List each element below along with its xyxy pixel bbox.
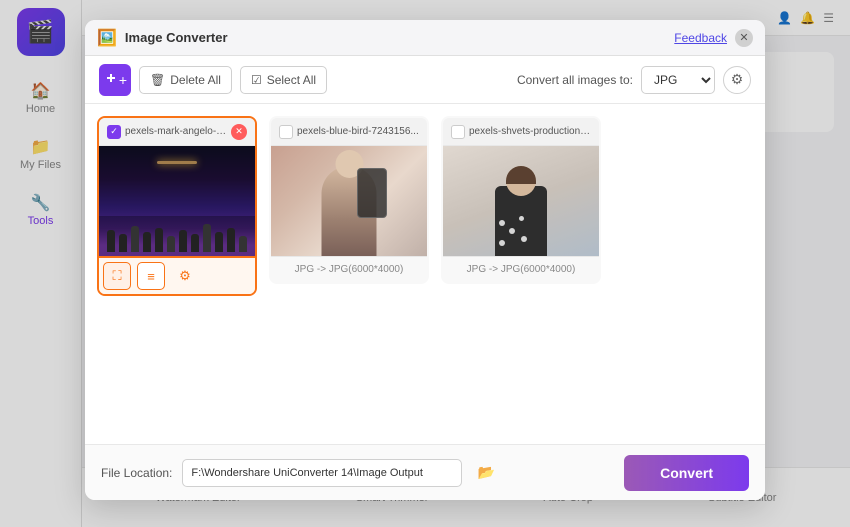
crop-button[interactable]: ⛶ — [103, 262, 131, 290]
delete-all-button[interactable]: 🗑 Delete All — [139, 66, 232, 94]
image-item-0[interactable]: ✓ pexels-mark-angelo-sam... ✕ — [97, 116, 257, 296]
file-location-label: File Location: — [101, 466, 172, 480]
select-icon: ☑ — [251, 73, 262, 87]
image-grid: ✓ pexels-mark-angelo-sam... ✕ — [85, 104, 765, 444]
image-item-1-filename: pexels-blue-bird-7243156... — [297, 126, 419, 137]
image-item-2-thumb — [443, 146, 599, 256]
browse-folder-button[interactable]: 📂 — [472, 459, 500, 487]
image-converter-modal: 🖼️ Image Converter Feedback ✕ + 🗑 Delete… — [85, 20, 765, 500]
concert-thumbnail — [99, 146, 255, 256]
image-item-0-thumb — [99, 146, 255, 256]
select-all-button[interactable]: ☑ Select All — [240, 66, 327, 94]
adjust-button[interactable]: ≡ — [137, 262, 165, 290]
image-item-2-filename: pexels-shvets-production-... — [469, 126, 591, 137]
image-item-1-thumb — [271, 146, 427, 256]
select-all-label: Select All — [267, 73, 316, 87]
file-path-input[interactable] — [182, 459, 462, 487]
format-select[interactable]: JPG PNG BMP GIF WEBP — [641, 66, 715, 94]
modal-close-button[interactable]: ✕ — [735, 29, 753, 47]
add-plus-icon: + — [119, 72, 127, 88]
modal-titlebar: 🖼️ Image Converter Feedback ✕ — [85, 20, 765, 56]
convert-button[interactable]: Convert — [624, 455, 749, 491]
image-item-1-header: pexels-blue-bird-7243156... — [271, 118, 427, 146]
image-item-1[interactable]: pexels-blue-bird-7243156... JPG -> JPG(6… — [269, 116, 429, 284]
settings-icon-button[interactable]: ⚙ — [723, 66, 751, 94]
image-item-2[interactable]: pexels-shvets-production-... — [441, 116, 601, 284]
image-item-1-format: JPG -> JPG(6000*4000) — [275, 261, 423, 278]
image-item-2-format: JPG -> JPG(6000*4000) — [447, 261, 595, 278]
modal-titlebar-actions: Feedback ✕ — [674, 29, 753, 47]
image-item-0-filename: pexels-mark-angelo-sam... — [125, 126, 227, 137]
feedback-link[interactable]: Feedback — [674, 31, 727, 45]
modal-title: Image Converter — [125, 30, 228, 45]
add-image-button[interactable]: + — [99, 64, 131, 96]
converter-icon: 🖼️ — [97, 28, 117, 48]
convert-all-label: Convert all images to: — [517, 73, 633, 87]
image-item-2-footer: JPG -> JPG(6000*4000) — [443, 256, 599, 282]
image-item-2-checkbox[interactable] — [451, 125, 465, 139]
folder-icon: 📂 — [478, 464, 495, 481]
image-item-0-checkbox[interactable]: ✓ — [107, 125, 121, 139]
modal-overlay: 🖼️ Image Converter Feedback ✕ + 🗑 Delete… — [0, 0, 850, 527]
settings-icon: ⚙ — [731, 71, 744, 88]
image-item-0-footer: ⛶ ≡ ⚙ — [99, 256, 255, 294]
modal-footer: File Location: 📂 Convert — [85, 444, 765, 500]
image-item-0-close[interactable]: ✕ — [231, 124, 247, 140]
phone-thumbnail — [271, 146, 427, 256]
delete-all-label: Delete All — [170, 73, 221, 87]
add-icon — [103, 72, 119, 88]
woman-thumbnail — [443, 146, 599, 256]
image-item-2-header: pexels-shvets-production-... — [443, 118, 599, 146]
image-item-1-footer: JPG -> JPG(6000*4000) — [271, 256, 427, 282]
image-item-1-checkbox[interactable] — [279, 125, 293, 139]
trash-icon: 🗑 — [150, 73, 165, 87]
image-item-0-header: ✓ pexels-mark-angelo-sam... ✕ — [99, 118, 255, 146]
toolbar-right: Convert all images to: JPG PNG BMP GIF W… — [517, 66, 751, 94]
modal-toolbar: + 🗑 Delete All ☑ Select All Convert all … — [85, 56, 765, 104]
more-options-button[interactable]: ⚙ — [171, 262, 199, 290]
